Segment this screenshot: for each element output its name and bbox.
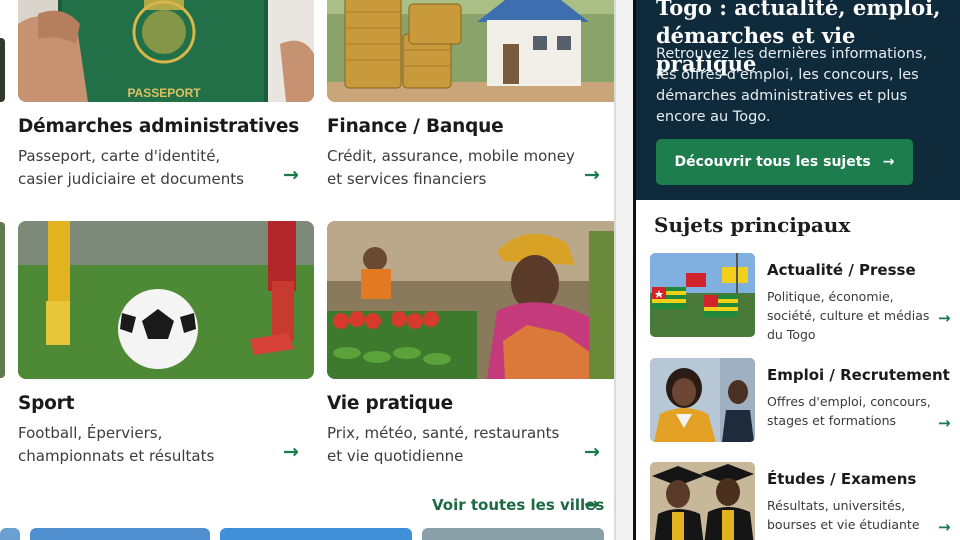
passport-photo: PASSEPORT — [18, 0, 314, 102]
topic-item-etudes[interactable]: Études / Examens Résultats, universités,… — [650, 462, 956, 540]
pane-divider — [614, 0, 636, 540]
flags-photo — [650, 253, 755, 337]
market-photo — [327, 221, 614, 379]
section-title: Sujets principaux — [654, 213, 851, 237]
card-description: Prix, météo, santé, restaurants et vie q… — [327, 424, 560, 465]
topic-item-actualite[interactable]: Actualité / Presse Politique, économie, … — [650, 253, 956, 342]
arrow-right-icon[interactable]: → — [584, 494, 599, 515]
previous-card-edge — [0, 222, 5, 378]
hero-banner: Togo : actualité, emploi, démarches et v… — [636, 0, 960, 200]
arrow-right-icon[interactable]: → — [584, 164, 600, 186]
card-description: Crédit, assurance, mobile money et servi… — [327, 147, 575, 188]
category-card-finance[interactable]: Finance / Banque Crédit, assurance, mobi… — [327, 0, 614, 191]
card-description: Football, Éperviers, championnats et rés… — [18, 424, 215, 465]
arrow-right-icon[interactable]: → — [584, 441, 600, 463]
arrow-right-icon: → — [882, 154, 895, 170]
card-description: Passeport, carte d'identité, casier judi… — [18, 147, 244, 188]
graduates-photo — [650, 462, 755, 540]
topic-title: Actualité / Presse — [767, 261, 916, 279]
passport-label: PASSEPORT — [127, 86, 201, 100]
football-photo — [18, 221, 314, 379]
arrow-right-icon[interactable]: → — [283, 164, 299, 186]
topic-description: Offres d'emploi, concours, stages et for… — [767, 394, 931, 428]
arrow-right-icon: → — [938, 309, 951, 327]
category-card-vie-pratique[interactable]: Vie pratique Prix, météo, santé, restaur… — [327, 221, 614, 468]
category-card-sport[interactable]: Sport Football, Éperviers, championnats … — [18, 221, 316, 468]
category-card-demarches[interactable]: PASSEPORT Démarches administratives Pass… — [18, 0, 316, 191]
topic-title: Études / Examens — [767, 470, 917, 488]
arrow-right-icon[interactable]: → — [283, 441, 299, 463]
card-title: Finance / Banque — [327, 116, 504, 137]
button-label: Découvrir tous les sujets — [674, 154, 871, 170]
next-row-thumbnail — [422, 528, 604, 540]
right-pane: Togo : actualité, emploi, démarches et v… — [636, 0, 960, 540]
coins-house-photo — [327, 0, 614, 102]
see-all-cities-link[interactable]: Voir toutes les villes — [432, 496, 604, 514]
topic-description: Politique, économie, société, culture et… — [767, 289, 930, 342]
next-row-thumbnail — [30, 528, 210, 540]
hero-subtitle: Retrouvez les dernières informations, le… — [656, 46, 928, 125]
next-row-thumbnail — [220, 528, 412, 540]
job-photo — [650, 358, 755, 442]
topic-item-emploi[interactable]: Emploi / Recrutement Offres d'emploi, co… — [650, 358, 956, 444]
card-title: Vie pratique — [327, 393, 453, 414]
left-pane: PASSEPORT Démarches administratives Pass… — [0, 0, 614, 540]
discover-topics-button[interactable]: Découvrir tous les sujets → — [656, 139, 913, 185]
card-title: Sport — [18, 393, 75, 414]
topic-description: Résultats, universités, bourses et vie é… — [767, 498, 920, 532]
topic-title: Emploi / Recrutement — [767, 366, 950, 384]
arrow-right-icon: → — [938, 414, 951, 432]
card-title: Démarches administratives — [18, 116, 300, 137]
arrow-right-icon: → — [938, 518, 951, 536]
previous-card-edge — [0, 38, 5, 102]
next-row-thumbnail — [0, 528, 20, 540]
